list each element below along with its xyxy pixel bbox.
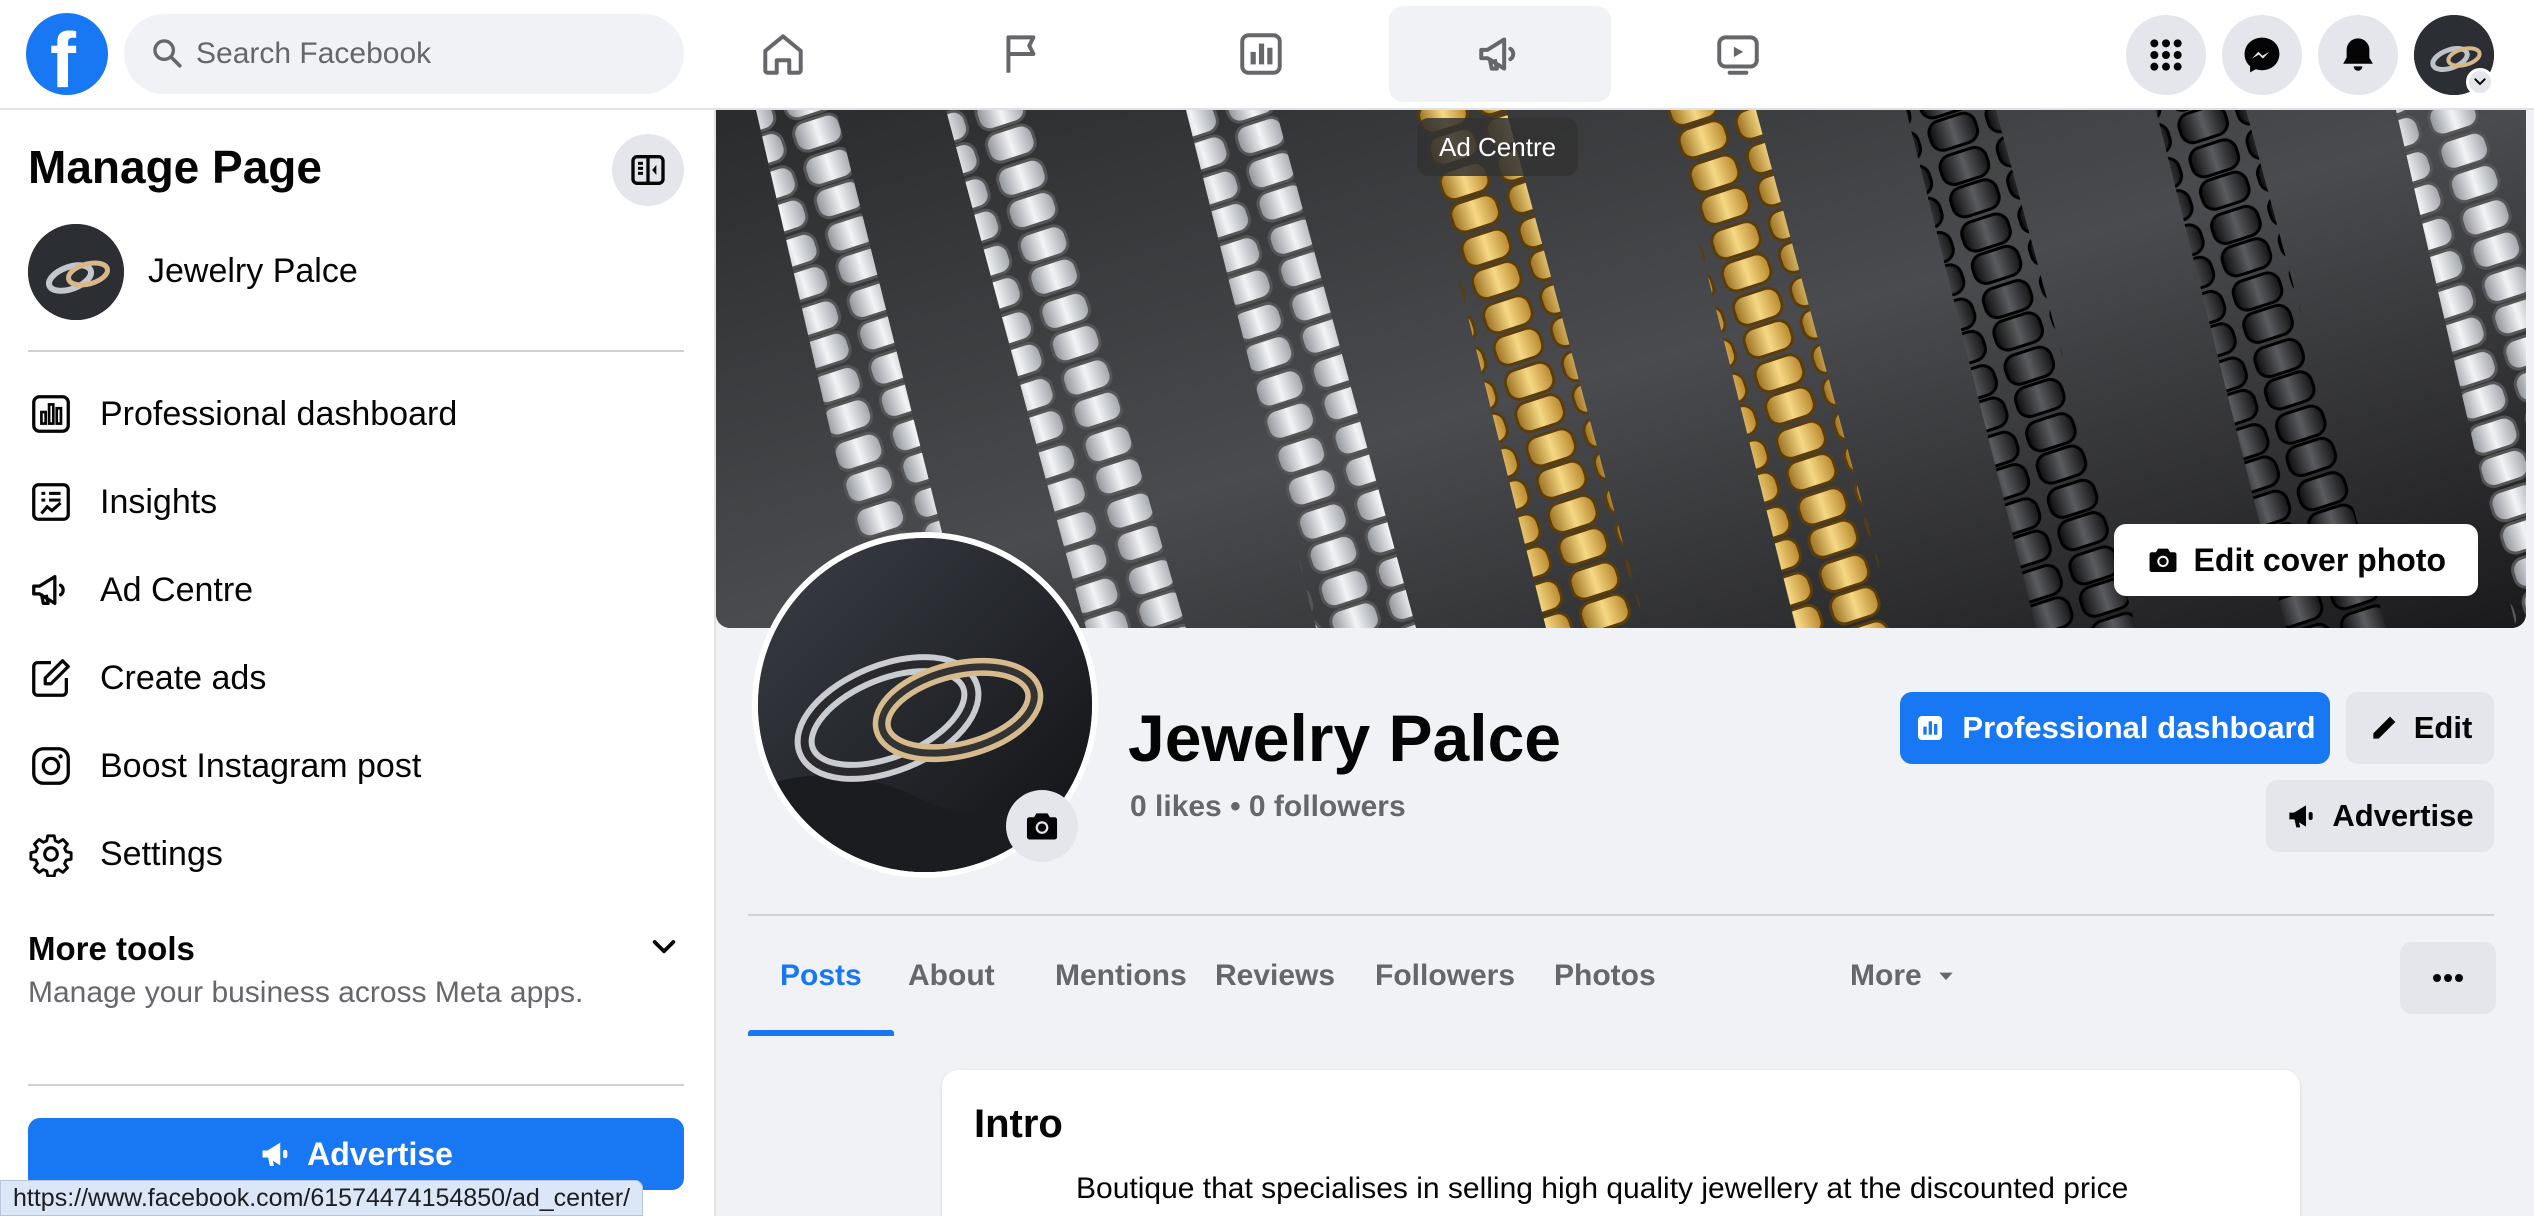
video-icon (1717, 35, 1759, 75)
manage-page-panel: Manage Page Jewelry Palce Professional d… (0, 110, 716, 1216)
megaphone-icon (1479, 37, 1516, 71)
ad-centre-tooltip: Ad Centre (1417, 118, 1579, 176)
menu-button[interactable] (2126, 15, 2206, 95)
professional-dashboard-label: Professional dashboard (1962, 710, 2316, 745)
advertise-page-button[interactable]: Advertise (2266, 780, 2494, 852)
tab-more-label: More (1850, 959, 1922, 992)
home-icon (763, 34, 803, 75)
facebook-logo-icon[interactable]: f (26, 13, 108, 101)
nav-dashboard-tab[interactable] (1150, 6, 1372, 102)
dashboard-icon (32, 395, 70, 433)
menu-item-create-ads[interactable]: Create ads (0, 636, 716, 720)
gear-icon (29, 834, 73, 877)
ellipsis-icon (2433, 974, 2463, 982)
menu-item-label: Ad Centre (100, 570, 254, 609)
collapse-panel-button[interactable] (612, 134, 684, 206)
intro-description: Boutique that specialises in selling hig… (1076, 1172, 2129, 1205)
tab-posts[interactable]: Posts (748, 916, 894, 1036)
menu-item-label: Boost Instagram post (100, 746, 422, 785)
menu-item-label: Professional dashboard (100, 394, 458, 433)
panel-title: Manage Page (28, 141, 322, 193)
professional-dashboard-button[interactable]: Professional dashboard (1900, 692, 2330, 764)
page-title: Jewelry Palce (1128, 701, 1561, 775)
menu-item-boost-instagram[interactable]: Boost Instagram post (0, 724, 716, 808)
notifications-button[interactable] (2318, 15, 2398, 95)
bell-icon (2343, 38, 2373, 71)
more-options-button[interactable] (2400, 942, 2496, 1014)
pencil-icon (2373, 716, 2396, 739)
page-stats[interactable]: 0 likes • 0 followers (1130, 790, 1406, 824)
dashboard-icon (1918, 716, 1943, 740)
account-menu-caret[interactable] (2466, 68, 2494, 96)
divider (28, 350, 684, 352)
tab-reviews[interactable]: Reviews (1183, 916, 1367, 1036)
menu-item-insights[interactable]: Insights (0, 460, 716, 544)
more-tools-expand[interactable] (648, 930, 680, 967)
update-profile-picture-button[interactable] (1006, 790, 1078, 862)
status-bar-url: https://www.facebook.com/61574474154850/… (0, 1180, 644, 1216)
page-name-link[interactable]: Jewelry Palce (148, 252, 358, 291)
tab-more[interactable]: More (1818, 916, 1988, 1036)
dashboard-icon (1240, 33, 1282, 75)
menu-item-professional-dashboard[interactable]: Professional dashboard (0, 372, 716, 456)
menu-item-ad-centre[interactable]: Ad Centre (0, 548, 716, 632)
tab-about[interactable]: About (876, 916, 1027, 1036)
menu-item-label: Insights (100, 482, 218, 521)
pencil-square-icon (32, 659, 70, 697)
more-tools-subtitle: Manage your business across Meta apps. (28, 976, 584, 1009)
megaphone-icon (262, 1142, 288, 1167)
megaphone-icon (2289, 805, 2314, 828)
caret-down-icon (1939, 972, 1953, 981)
menu-item-settings[interactable]: Settings (0, 812, 716, 896)
page-tabs: Posts About Mentions Reviews Followers P… (748, 916, 2494, 1036)
chevron-down-icon (652, 940, 676, 954)
search-icon (153, 39, 182, 68)
camera-icon (1026, 813, 1058, 840)
divider (28, 1084, 684, 1086)
menu-item-label: Create ads (100, 658, 267, 697)
top-navigation-bar: f (0, 0, 2534, 110)
nav-home-tab[interactable] (672, 6, 894, 102)
search-input[interactable] (196, 14, 666, 94)
edit-cover-label: Edit cover photo (2193, 541, 2446, 578)
flag-icon (1006, 35, 1036, 73)
instagram-icon (32, 747, 70, 785)
page-avatar[interactable] (28, 224, 124, 320)
edit-cover-photo-button[interactable]: Edit cover photo (2113, 524, 2478, 596)
advertise-label: Advertise (307, 1135, 453, 1172)
intro-card: Intro Boutique that specialises in selli… (942, 1070, 2300, 1216)
chevron-down-icon (2474, 78, 2486, 86)
sidebar-toggle-icon (631, 155, 665, 185)
grid-menu-icon (2150, 39, 2182, 71)
advertise-label: Advertise (2332, 798, 2474, 833)
nav-ad-centre-tab[interactable] (1389, 6, 1611, 102)
tab-photos[interactable]: Photos (1522, 916, 1688, 1036)
messenger-button[interactable] (2222, 15, 2302, 95)
more-tools-title[interactable]: More tools (28, 930, 195, 968)
messenger-icon (2244, 37, 2280, 73)
edit-page-button[interactable]: Edit (2346, 692, 2494, 764)
search-box[interactable] (124, 14, 684, 94)
menu-item-label: Settings (100, 834, 223, 873)
nav-video-tab[interactable] (1627, 6, 1849, 102)
nav-pages-tab[interactable] (912, 6, 1134, 102)
camera-icon (2149, 548, 2177, 573)
megaphone-icon (32, 574, 65, 606)
intro-title: Intro (974, 1102, 1063, 1146)
tab-followers[interactable]: Followers (1343, 916, 1547, 1036)
edit-label: Edit (2413, 710, 2473, 745)
ring-photo-thumbnail (28, 224, 124, 320)
insights-icon (32, 483, 70, 521)
